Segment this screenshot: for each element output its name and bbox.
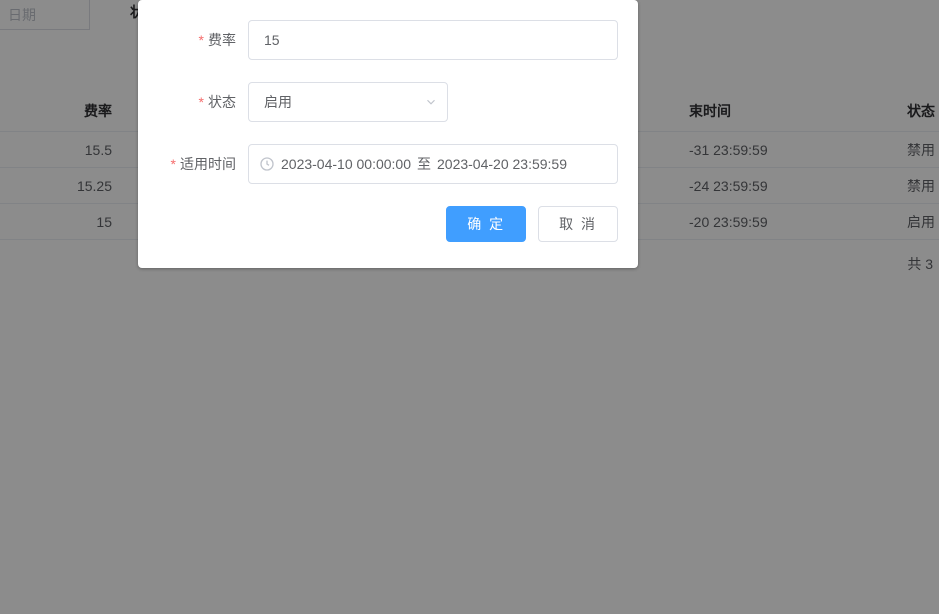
period-date-range[interactable]: 2023-04-10 00:00:00 至 2023-04-20 23:59:5… (248, 144, 618, 184)
label-rate: 费率 (158, 30, 248, 50)
cancel-button[interactable]: 取 消 (538, 206, 618, 242)
status-select[interactable]: 启用 (248, 82, 448, 122)
chevron-down-icon (424, 95, 438, 109)
status-select-value: 启用 (264, 92, 292, 112)
period-separator: 至 (417, 154, 431, 174)
period-end: 2023-04-20 23:59:59 (437, 156, 567, 172)
label-status: 状态 (158, 92, 248, 112)
clock-icon (259, 156, 275, 172)
confirm-button[interactable]: 确 定 (446, 206, 526, 242)
period-start: 2023-04-10 00:00:00 (281, 156, 411, 172)
edit-rate-modal: 费率 状态 启用 适用时间 2023-04-10 00:00:00 至 2023… (138, 0, 638, 268)
rate-input[interactable] (248, 20, 618, 60)
label-period: 适用时间 (158, 154, 248, 174)
